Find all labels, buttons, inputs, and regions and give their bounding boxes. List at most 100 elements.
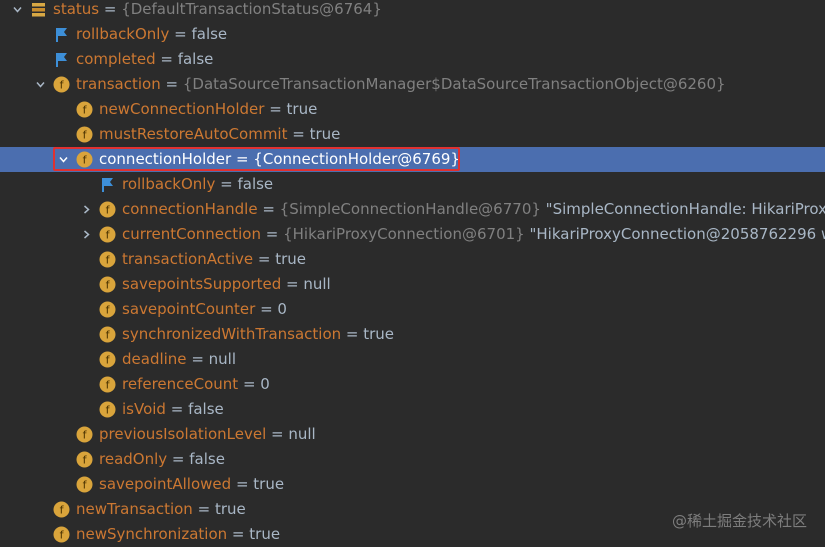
field-icon: f: [99, 226, 116, 243]
equals-sign: =: [257, 200, 280, 218]
field-icon: f: [99, 376, 116, 393]
field-name: connectionHolder: [99, 150, 232, 168]
tree-row-deadline[interactable]: f deadline = null: [0, 347, 825, 372]
tree-row-transaction-active[interactable]: f transactionActive = true: [0, 247, 825, 272]
field-name: savepointsSupported: [122, 275, 282, 293]
field-icon: f: [76, 126, 93, 143]
tree-row-current-connection[interactable]: f currentConnection = {HikariProxyConnect…: [0, 222, 825, 247]
field-value: true: [309, 125, 341, 143]
field-name: rollbackOnly: [122, 175, 216, 193]
field-value: null: [303, 275, 331, 293]
tree-row-savepoint-allowed[interactable]: f savepointAllowed = true: [0, 472, 825, 497]
field-name: previousIsolationLevel: [99, 425, 267, 443]
tree-row-savepoint-counter[interactable]: f savepointCounter = 0: [0, 297, 825, 322]
stack-icon: [30, 1, 47, 18]
tree-row-connection-handle[interactable]: f connectionHandle = {SimpleConnectionHan…: [0, 197, 825, 222]
field-value: false: [189, 450, 225, 468]
field-icon: f: [53, 76, 70, 93]
tree-row-synchronized-with-transaction[interactable]: f synchronizedWithTransaction = true: [0, 322, 825, 347]
equals-sign: =: [167, 450, 190, 468]
tree-row-completed[interactable]: completed = false: [0, 47, 825, 72]
field-name: readOnly: [99, 450, 168, 468]
tree-row-reference-count[interactable]: f referenceCount = 0: [0, 372, 825, 397]
field-icon: f: [99, 301, 116, 318]
field-name: newSynchronization: [76, 525, 228, 543]
tree-row-rollback-only[interactable]: rollbackOnly = false: [0, 172, 825, 197]
equals-sign: =: [255, 300, 278, 318]
field-name: transaction: [76, 75, 161, 93]
field-icon: f: [76, 426, 93, 443]
field-icon: f: [99, 276, 116, 293]
field-icon: f: [99, 326, 116, 343]
field-name: mustRestoreAutoCommit: [99, 125, 288, 143]
tree-row-read-only[interactable]: f readOnly = false: [0, 447, 825, 472]
tree-row-savepoints-supported[interactable]: f savepointsSupported = null: [0, 272, 825, 297]
tree-row-status[interactable]: status = {DefaultTransactionStatus@6764}: [0, 0, 825, 22]
tree-row-connection-holder[interactable]: f connectionHolder = {ConnectionHolder@67…: [0, 147, 825, 172]
field-value: true: [253, 475, 285, 493]
tree-row-previous-isolation-level[interactable]: f previousIsolationLevel = null: [0, 422, 825, 447]
chevron-right-icon[interactable]: [79, 222, 93, 247]
field-value: 0: [260, 375, 270, 393]
field-value: true: [249, 525, 281, 543]
object-reference: {DataSourceTransactionManager$DataSource…: [182, 75, 726, 93]
field-value: false: [188, 400, 224, 418]
equals-sign: =: [99, 0, 122, 18]
equals-sign: =: [192, 500, 215, 518]
equals-sign: =: [155, 50, 178, 68]
object-reference: {SimpleConnectionHandle@6770}: [279, 200, 541, 218]
tree-row-is-void[interactable]: f isVoid = false: [0, 397, 825, 422]
field-icon: f: [53, 501, 70, 518]
equals-sign: =: [160, 75, 183, 93]
field-name: rollbackOnly: [76, 25, 170, 43]
equals-sign: =: [260, 225, 284, 243]
equals-sign: =: [253, 250, 276, 268]
equals-sign: =: [231, 475, 254, 493]
field-icon: f: [99, 401, 116, 418]
field-value: false: [177, 50, 214, 68]
equals-sign: =: [231, 150, 254, 168]
chevron-down-icon[interactable]: [10, 0, 24, 22]
chevron-right-icon[interactable]: [79, 197, 93, 222]
flag-icon: [53, 51, 70, 68]
chevron-down-icon[interactable]: [56, 147, 70, 172]
field-value: 0: [277, 300, 287, 318]
field-value: null: [208, 350, 237, 368]
flag-icon: [99, 176, 116, 193]
field-name: savepointAllowed: [99, 475, 232, 493]
field-icon: f: [76, 151, 93, 168]
object-reference: {HikariProxyConnection@6701}: [283, 225, 525, 243]
tree-row-must-restore-auto-commit[interactable]: f mustRestoreAutoCommit = true: [0, 122, 825, 147]
field-value: false: [237, 175, 274, 193]
field-value: false: [191, 25, 228, 43]
field-icon: f: [76, 451, 93, 468]
field-value: true: [286, 100, 318, 118]
field-name: savepointCounter: [122, 300, 256, 318]
field-icon: f: [99, 251, 116, 268]
tree-row-rollback-only[interactable]: rollbackOnly = false: [0, 22, 825, 47]
tree-row-new-connection-holder[interactable]: f newConnectionHolder = true: [0, 97, 825, 122]
equals-sign: =: [264, 100, 287, 118]
field-icon: f: [53, 526, 70, 543]
equals-sign: =: [215, 175, 238, 193]
field-name: deadline: [122, 350, 187, 368]
equals-sign: =: [287, 125, 310, 143]
flag-icon: [53, 26, 70, 43]
string-preview: "SimpleConnectionHandle: HikariProxyConn…: [545, 200, 825, 218]
field-name: newConnectionHolder: [99, 100, 265, 118]
equals-sign: =: [238, 375, 261, 393]
chevron-down-icon[interactable]: [33, 72, 47, 97]
watermark: @稀土掘金技术社区: [671, 512, 807, 530]
equals-sign: =: [169, 25, 192, 43]
string-preview: "HikariProxyConnection@2058762296 wrappi…: [529, 225, 825, 243]
equals-sign: =: [186, 350, 209, 368]
tree-row-transaction[interactable]: f transaction = {DataSourceTransactionMan…: [0, 72, 825, 97]
field-name: referenceCount: [122, 375, 239, 393]
field-value: true: [363, 325, 395, 343]
field-value: {ConnectionHolder@6769}: [253, 150, 460, 168]
variables-tree[interactable]: status = {DefaultTransactionStatus@6764}…: [0, 0, 825, 547]
field-name: completed: [76, 50, 156, 68]
field-name: connectionHandle: [122, 200, 258, 218]
field-value: null: [288, 425, 316, 443]
equals-sign: =: [227, 525, 250, 543]
